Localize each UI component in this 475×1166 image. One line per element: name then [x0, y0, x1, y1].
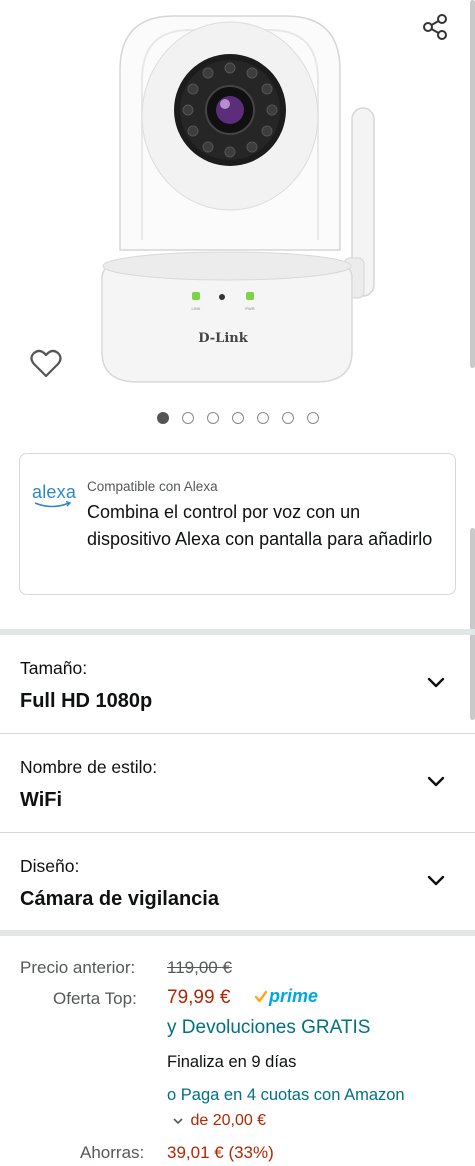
option-style-name[interactable]: Nombre de estilo: WiFi — [0, 734, 475, 832]
installments-amount: de 20,00 € — [190, 1112, 267, 1129]
heart-icon — [30, 349, 62, 378]
gallery-dot[interactable] — [206, 412, 219, 424]
gallery-dot[interactable] — [231, 412, 244, 424]
deal-ends-text: Finaliza en 9 días — [167, 1053, 297, 1071]
share-icon — [423, 14, 447, 40]
wishlist-button[interactable] — [28, 346, 64, 382]
prime-check-icon — [254, 990, 268, 1003]
installments-row: o Paga en 4 cuotas con Amazon — [167, 1086, 405, 1105]
chevron-down-icon — [173, 1118, 183, 1124]
gallery-dot[interactable] — [181, 412, 194, 424]
gallery-dot[interactable] — [281, 412, 294, 424]
option-label: Diseño: — [20, 856, 80, 876]
chevron-down-icon — [427, 776, 445, 787]
gallery-dot[interactable] — [306, 412, 319, 424]
gallery-dot[interactable] — [256, 412, 269, 424]
led-label-link: LINK — [192, 306, 201, 311]
installments-prefix: o — [167, 1086, 177, 1104]
alexa-compatible-label: Compatible con Alexa — [87, 479, 218, 494]
free-returns-link[interactable]: y Devoluciones GRATIS — [167, 1017, 370, 1039]
product-brand-text: D-Link — [198, 331, 248, 346]
alexa-logo: alexa — [32, 482, 80, 518]
offer-price: 79,99 € — [167, 987, 231, 1008]
prime-badge: prime — [269, 986, 319, 1006]
gallery-dot[interactable] — [156, 412, 169, 424]
alexa-compatibility-card[interactable]: alexa Compatible con Alexa Combina el co… — [19, 453, 456, 595]
option-value: Cámara de vigilancia — [20, 888, 219, 910]
option-value: WiFi — [20, 789, 63, 811]
option-design[interactable]: Diseño: Cámara de vigilancia — [0, 833, 475, 931]
alexa-logo-text: alexa — [32, 482, 77, 502]
savings-label: Ahorras: — [80, 1143, 145, 1162]
previous-price-label: Precio anterior: — [20, 958, 136, 977]
option-label: Nombre de estilo: — [20, 757, 158, 777]
scrollbar-thumb[interactable] — [470, 0, 475, 368]
share-button[interactable] — [418, 10, 452, 44]
option-value: Full HD 1080p — [20, 690, 153, 712]
chevron-down-icon — [427, 677, 445, 688]
alexa-smile-icon — [34, 501, 72, 508]
led-label-pwr: PWR — [245, 306, 254, 311]
previous-price: 119,00 € — [167, 958, 232, 977]
option-size[interactable]: Tamaño: Full HD 1080p — [0, 635, 475, 733]
product-image[interactable]: LINK PWR D-Link — [90, 0, 390, 392]
chevron-down-icon — [427, 875, 445, 886]
option-label: Tamaño: — [20, 658, 88, 678]
offer-label: Oferta Top: — [53, 989, 137, 1008]
section-divider — [0, 930, 475, 936]
gallery-pagination — [0, 412, 475, 424]
savings-value: 39,01 € (33%) — [167, 1143, 274, 1162]
product-gallery[interactable]: LINK PWR D-Link — [0, 0, 475, 440]
installments-link[interactable]: Paga en 4 cuotas con Amazon — [181, 1086, 405, 1104]
alexa-message: Combina el control por voz con un dispos… — [87, 502, 433, 549]
installments-amount-row[interactable]: de 20,00 € — [172, 1112, 266, 1130]
